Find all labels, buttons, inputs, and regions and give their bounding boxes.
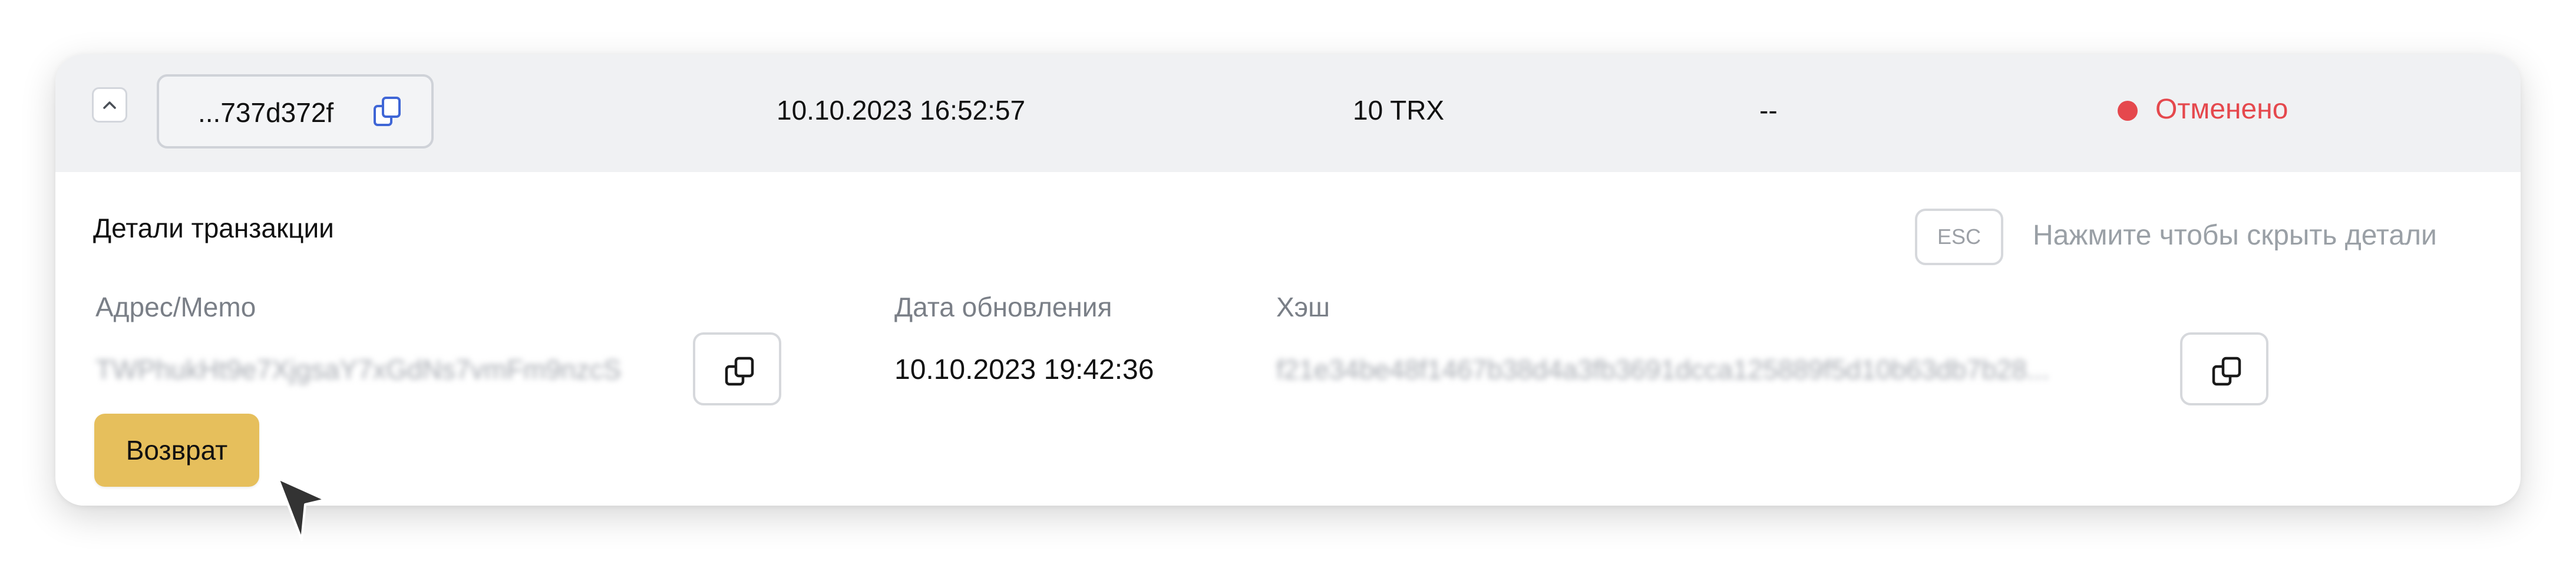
transaction-card: ...737d372f 10.10.2023 16:52:57 10 TRX -… xyxy=(55,54,2521,506)
mouse-pointer-icon xyxy=(275,475,329,547)
refund-button[interactable]: Возврат xyxy=(94,414,259,487)
transaction-id-box[interactable]: ...737d372f xyxy=(157,74,434,148)
status-badge: Отменено xyxy=(2155,94,2288,125)
chevron-up-icon xyxy=(103,101,116,109)
transaction-extra: -- xyxy=(1759,95,1778,126)
esc-key[interactable]: ESC xyxy=(1915,209,2003,265)
esc-hint: Нажмите чтобы скрыть детали xyxy=(2033,220,2437,251)
updated-label: Дата обновления xyxy=(894,292,1112,322)
copy-hash-button[interactable] xyxy=(2180,332,2268,405)
updated-value: 10.10.2023 19:42:36 xyxy=(894,354,1154,385)
copy-icon xyxy=(725,357,754,386)
transaction-id: ...737d372f xyxy=(198,97,334,128)
copy-icon[interactable] xyxy=(372,95,403,131)
details-title: Детали транзакции xyxy=(93,213,334,243)
transaction-row-header[interactable]: ...737d372f 10.10.2023 16:52:57 10 TRX -… xyxy=(55,54,2521,172)
copy-icon xyxy=(2212,357,2241,386)
hash-label: Хэш xyxy=(1276,292,1330,322)
transaction-date: 10.10.2023 16:52:57 xyxy=(777,95,1026,126)
address-label: Адрес/Memo xyxy=(95,292,256,322)
collapse-button[interactable] xyxy=(92,87,127,123)
address-value: TWPhukHt9e7XjgsaY7xGdNs7vmFm9nzcS xyxy=(95,354,622,385)
copy-address-button[interactable] xyxy=(693,332,781,405)
status-dot xyxy=(2118,101,2138,121)
hash-value: f21e34be48f1467b38d4a3fb3691dcca125889f5… xyxy=(1276,354,2050,385)
transaction-amount: 10 TRX xyxy=(1353,95,1445,126)
